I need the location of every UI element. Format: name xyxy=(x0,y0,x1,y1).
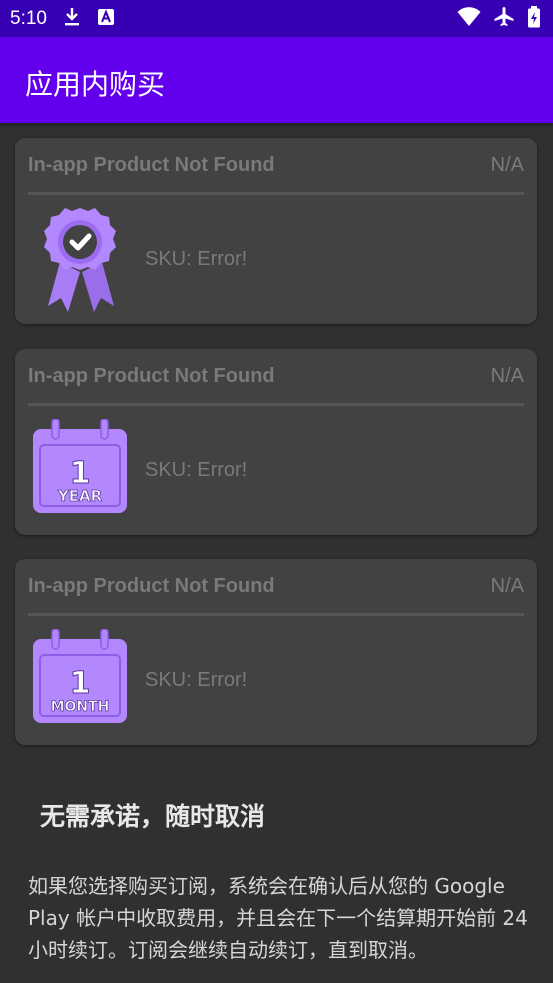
product-card[interactable]: In-app Product Not Found N/A SKU: Error! xyxy=(15,138,537,324)
battery-icon xyxy=(527,5,541,32)
product-price: N/A xyxy=(490,365,524,387)
product-sku: SKU: Error! xyxy=(145,459,248,481)
calendar-label: YEAR xyxy=(57,487,103,505)
product-price: N/A xyxy=(490,154,524,176)
award-badge-icon xyxy=(30,202,132,314)
airplane-mode-icon xyxy=(493,6,515,32)
calendar-month-icon: 1 MONTH xyxy=(31,628,129,727)
product-title: In-app Product Not Found xyxy=(28,575,275,597)
app-bar: 应用内购买 xyxy=(0,37,553,123)
card-divider xyxy=(28,403,524,406)
card-divider xyxy=(28,613,524,616)
product-card[interactable]: In-app Product Not Found N/A 1 MONTH SKU… xyxy=(15,559,537,745)
calendar-number: 1 xyxy=(70,666,91,701)
notice-body: 如果您选择购买订阅，系统会在确认后从您的 Google Play 帐户中收取费用… xyxy=(28,874,528,962)
product-title: In-app Product Not Found xyxy=(28,365,275,387)
notification-a-icon xyxy=(97,8,115,30)
product-sku: SKU: Error! xyxy=(145,248,248,270)
product-sku: SKU: Error! xyxy=(145,669,248,691)
calendar-year-icon: 1 YEAR xyxy=(31,418,129,517)
card-divider xyxy=(28,192,524,195)
status-time: 5:10 xyxy=(10,7,47,29)
wifi-icon xyxy=(457,6,481,31)
product-card[interactable]: In-app Product Not Found N/A 1 YEAR SKU:… xyxy=(15,349,537,535)
product-title: In-app Product Not Found xyxy=(28,154,275,176)
notice-heading: 无需承诺，随时取消 xyxy=(40,802,266,831)
status-bar: 5:10 xyxy=(0,0,553,37)
calendar-number: 1 xyxy=(70,456,91,491)
product-price: N/A xyxy=(490,575,524,597)
page-title: 应用内购买 xyxy=(25,68,166,101)
download-icon xyxy=(63,7,81,31)
calendar-label: MONTH xyxy=(51,699,110,715)
